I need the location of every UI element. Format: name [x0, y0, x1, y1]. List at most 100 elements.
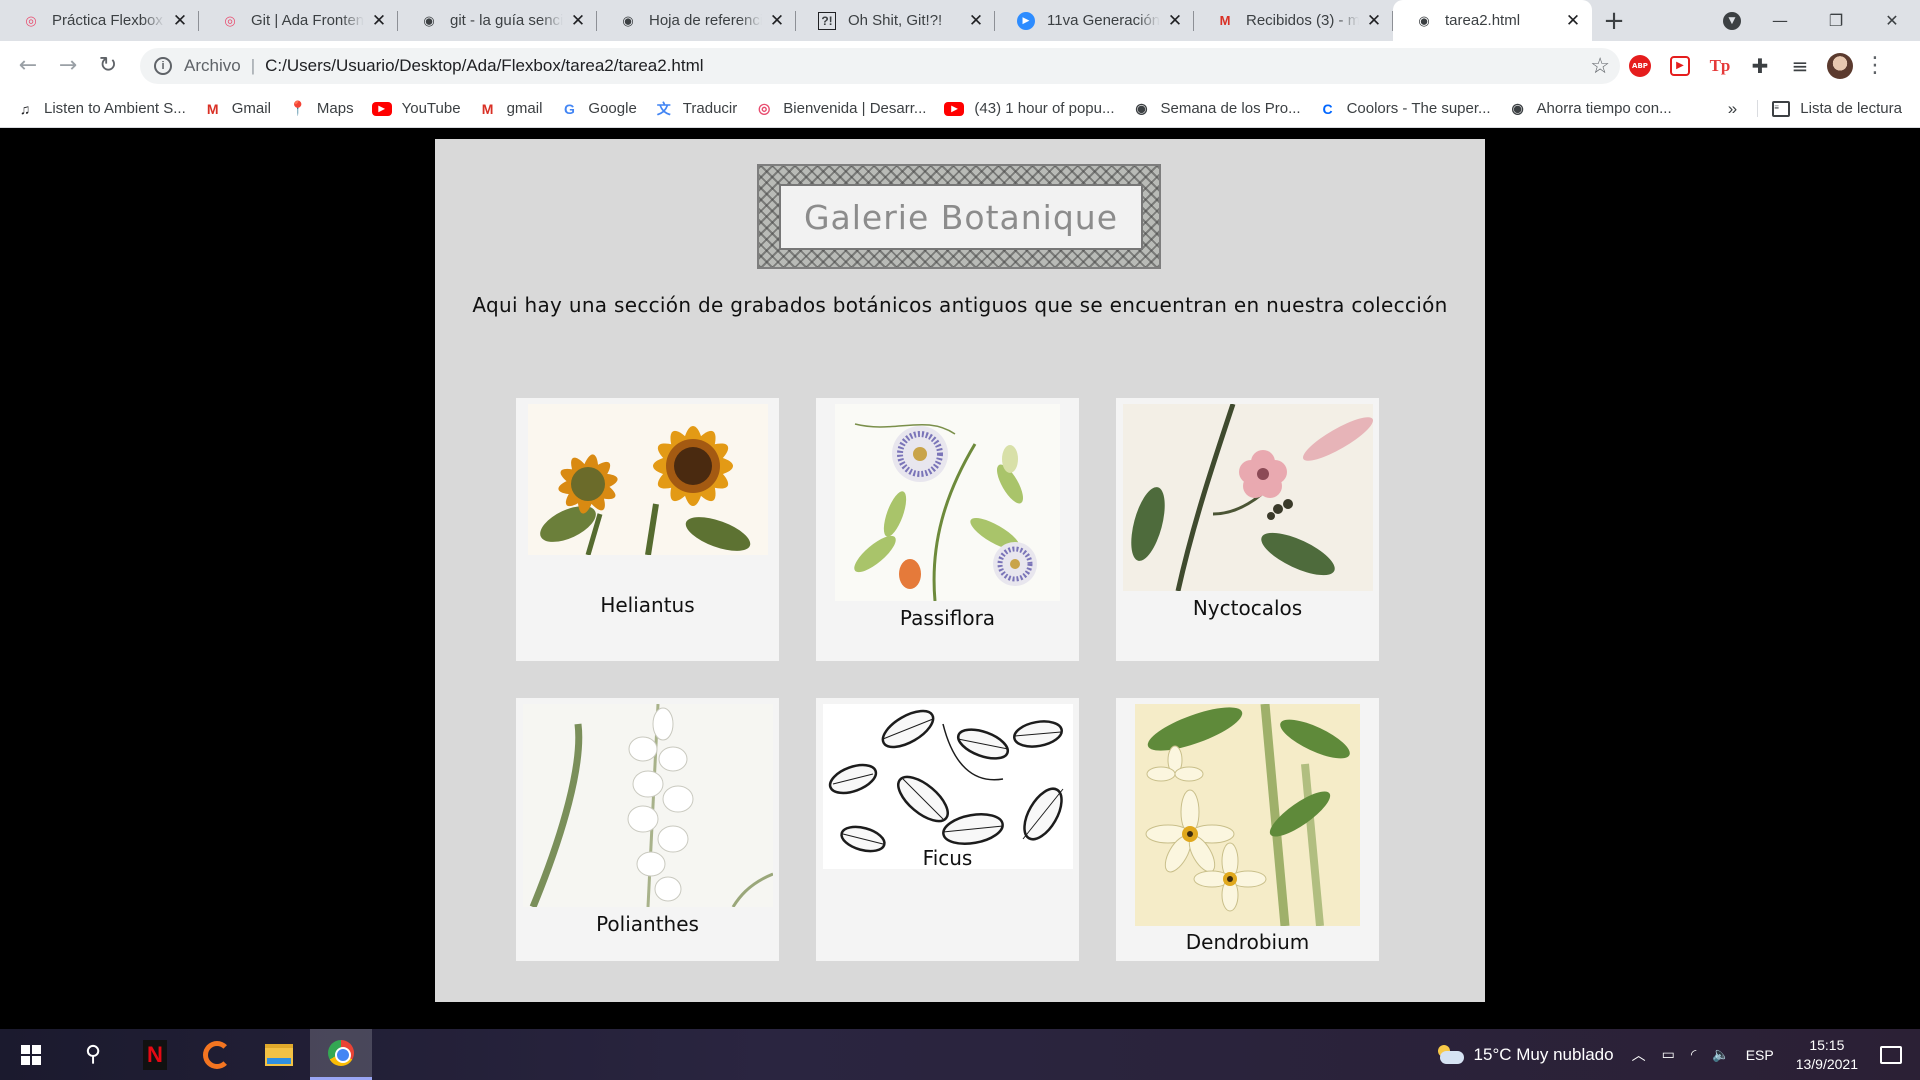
bookmark-label: Ahorra tiempo con... — [1536, 100, 1672, 117]
netflix-app[interactable]: N — [124, 1029, 186, 1080]
tab-hoja-referencia[interactable]: ◉ Hoja de referencia ✕ — [597, 0, 796, 41]
gmail-icon: M — [481, 100, 494, 117]
gmail-icon: M — [1219, 13, 1231, 28]
close-tab-icon[interactable]: ✕ — [967, 11, 985, 30]
bookmarks-bar: ♫ Listen to Ambient S... M Gmail 📍 Maps ▶ Yo… — [0, 90, 1920, 128]
volume-icon[interactable]: 🔈 — [1712, 1046, 1729, 1063]
ada-icon: ◎ — [224, 12, 236, 28]
clock-time: 15:15 — [1809, 1036, 1845, 1053]
tab-title: Hoja de referencia — [649, 12, 762, 29]
ada-icon: ◎ — [25, 12, 37, 28]
bookmark-bienvenida[interactable]: ◎ Bienvenida | Desarr... — [755, 100, 926, 118]
language-indicator[interactable]: ESP — [1746, 1047, 1774, 1063]
bookmark-maps[interactable]: 📍 Maps — [289, 100, 353, 118]
close-tab-icon[interactable]: ✕ — [1166, 11, 1184, 30]
tp-icon: Tp — [1709, 55, 1731, 75]
extensions-button[interactable]: ✚ — [1740, 46, 1780, 86]
bookmark-gmail-2[interactable]: Mgmail — [479, 100, 543, 118]
tab-11va-generacion[interactable]: ▶ 11va Generación ✕ — [995, 0, 1194, 41]
tab-title: Oh Shit, Git!?! — [848, 12, 943, 29]
card-passiflora: Passiflora — [816, 398, 1079, 661]
bookmarks-overflow-button[interactable]: » — [1728, 99, 1737, 119]
bookmark-gmail[interactable]: M Gmail — [204, 100, 271, 118]
weather-text[interactable]: 15°C Muy nublado — [1474, 1045, 1614, 1065]
address-scheme: Archivo — [184, 55, 241, 75]
netflix-icon: N — [143, 1039, 167, 1070]
restore-button[interactable]: ❐ — [1808, 0, 1864, 41]
tab-git-ada[interactable]: ◎ Git | Ada Frontend ✕ — [199, 0, 398, 41]
close-tab-icon[interactable]: ✕ — [1365, 11, 1383, 30]
card-label: Nyctocalos — [1192, 596, 1303, 620]
reading-list-label: Lista de lectura — [1800, 100, 1902, 117]
bookmark-ambient[interactable]: ♫ Listen to Ambient S... — [16, 100, 186, 118]
close-window-button[interactable]: ✕ — [1864, 0, 1920, 41]
chrome-app[interactable] — [310, 1029, 372, 1080]
minimize-button[interactable]: — — [1752, 0, 1808, 41]
address-bar[interactable]: i Archivo | C:/Users/Usuario/Desktop/Ada… — [140, 47, 1620, 84]
reload-button[interactable]: ↻ — [88, 46, 128, 86]
address-url[interactable]: C:/Users/Usuario/Desktop/Ada/Flexbox/tar… — [265, 56, 1590, 76]
file-explorer-app[interactable] — [248, 1029, 310, 1080]
tab-oh-shit-git[interactable]: ?! Oh Shit, Git!?! ✕ — [796, 0, 995, 41]
tuberose-illustration — [529, 704, 773, 907]
notifications-icon[interactable] — [1880, 1045, 1902, 1064]
bookmark-label: Semana de los Pro... — [1160, 100, 1301, 117]
start-button[interactable] — [0, 1029, 62, 1080]
adblock-icon: ABP — [1629, 54, 1651, 77]
ficus-image — [823, 704, 1073, 869]
close-tab-icon[interactable]: ✕ — [768, 11, 786, 30]
card-label: Heliantus — [600, 593, 695, 617]
zoom-icon: ▶ — [1017, 11, 1035, 30]
card-polianthes: Polianthes — [516, 698, 779, 961]
crunchyroll-icon — [203, 1040, 231, 1069]
tab-title: 11va Generación — [1047, 12, 1160, 29]
chevron-down-icon: ▼ — [1723, 11, 1741, 30]
dendrobium-orchid-illustration — [1145, 704, 1350, 926]
bookmark-traducir[interactable]: 文 Traducir — [655, 100, 737, 118]
info-icon[interactable]: i — [154, 56, 172, 75]
tab-tarea2[interactable]: ◉ tarea2.html ✕ — [1393, 0, 1592, 41]
new-tab-button[interactable]: + — [1592, 0, 1636, 41]
bookmark-youtube[interactable]: ▶ YouTube — [371, 100, 461, 117]
back-button[interactable]: ← — [8, 46, 48, 86]
puzzle-icon: ✚ — [1751, 53, 1769, 78]
search-button[interactable]: ⚲ — [62, 1029, 124, 1080]
forward-button[interactable]: → — [48, 46, 88, 86]
tab-search-button[interactable]: ▼ — [1712, 0, 1752, 41]
wifi-icon[interactable]: ◜ — [1691, 1046, 1696, 1063]
bookmark-coolors[interactable]: C Coolors - The super... — [1319, 100, 1491, 118]
tab-recibidos[interactable]: M Recibidos (3) - me ✕ — [1194, 0, 1393, 41]
tab-strip: ◎ Práctica Flexbox y ✕ ◎ Git | Ada Front… — [0, 0, 1920, 41]
battery-icon[interactable]: ▭ — [1662, 1046, 1675, 1063]
profile-button[interactable] — [1820, 46, 1860, 86]
tab-practica-flexbox[interactable]: ◎ Práctica Flexbox y ✕ — [0, 0, 199, 41]
tab-git-guia[interactable]: ◉ git - la guía sencilla ✕ — [398, 0, 597, 41]
cloudy-weather-icon[interactable] — [1436, 1044, 1464, 1065]
globe-icon: ◉ — [1418, 12, 1430, 28]
forward-extension[interactable]: ▶ — [1660, 46, 1700, 86]
page-viewport: Galerie Botanique Aqui hay una sección d… — [0, 128, 1920, 1029]
crunchyroll-app[interactable] — [186, 1029, 248, 1080]
close-tab-icon[interactable]: ✕ — [1564, 11, 1582, 30]
folder-icon — [265, 1043, 293, 1066]
bookmark-star-icon[interactable]: ☆ — [1590, 53, 1610, 79]
passionflower-image — [835, 404, 1060, 601]
chevron-up-icon[interactable]: ︿ — [1632, 1045, 1646, 1065]
bookmark-google[interactable]: G Google — [560, 100, 637, 118]
bookmark-label: Coolors - The super... — [1346, 100, 1491, 117]
bookmark-semana[interactable]: ◉ Semana de los Pro... — [1133, 100, 1301, 118]
tp-extension[interactable]: Tp — [1700, 46, 1740, 86]
bookmark-popular-hour[interactable]: ▶ (43) 1 hour of popu... — [944, 100, 1115, 117]
close-tab-icon[interactable]: ✕ — [569, 11, 587, 30]
sunflower-illustration — [540, 426, 751, 555]
clock[interactable]: 15:15 13/9/2021 — [1796, 1036, 1858, 1074]
adblock-extension[interactable]: ABP — [1620, 46, 1660, 86]
close-tab-icon[interactable]: ✕ — [171, 11, 189, 30]
close-tab-icon[interactable]: ✕ — [370, 11, 388, 30]
nyctocalos-illustration — [1131, 404, 1373, 591]
media-control-button[interactable]: ≡ — [1780, 46, 1820, 86]
browser-menu-button[interactable]: ⋮ — [1860, 46, 1890, 86]
bookmark-ahorra-tiempo[interactable]: ◉ Ahorra tiempo con... — [1509, 100, 1672, 118]
reading-list-button[interactable]: ≡ Lista de lectura — [1757, 100, 1902, 117]
bookmark-label: Bienvenida | Desarr... — [783, 100, 927, 117]
